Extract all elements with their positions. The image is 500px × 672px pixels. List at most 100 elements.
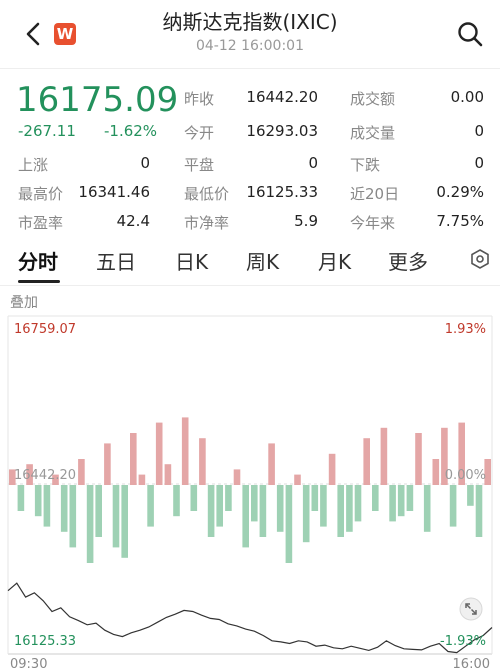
histogram-bar [372,485,379,511]
histogram-bar [380,427,388,485]
time-end-label: 16:00 [453,657,490,672]
histogram-bar [69,485,77,548]
histogram-bar [251,485,258,522]
histogram-bar [225,485,232,511]
histogram-bar [285,485,293,563]
histogram-bar [207,485,215,537]
histogram-bar [259,485,267,537]
active-tab-indicator [18,280,60,283]
volume-label: 成交量 [350,124,396,142]
pe-label: 市盈率 [18,214,64,232]
histogram-bar [34,485,42,517]
histogram-bar [397,485,405,517]
histogram-bar [164,464,172,485]
histogram-bar [389,485,396,522]
histogram-bar [112,485,120,548]
histogram-bar [346,485,353,532]
volume-histogram [9,417,491,563]
histogram-bar [406,485,414,511]
tab-more[interactable]: 更多 [388,246,428,275]
chart-settings-button[interactable] [470,248,490,275]
flat-count-value: 0 [308,154,318,172]
tab-weekly-k[interactable]: 周K [246,246,279,275]
hexagon-settings-icon [471,249,489,269]
turnover-label: 成交额 [350,90,396,108]
histogram-bar [311,485,319,511]
tab-5day[interactable]: 五日 [96,246,136,275]
axis-mid-value: 16442.20 [14,468,76,483]
open-value: 16293.03 [246,122,318,140]
page-title: 纳斯达克指数(IXIC) [162,10,338,34]
tab-intraday[interactable]: 分时 [18,246,58,275]
high-label: 最高价 [18,185,64,203]
low-value: 16125.33 [246,183,318,201]
low-label: 最低价 [184,185,230,203]
histogram-bar [130,433,137,485]
histogram-bar [467,485,474,506]
histogram-bar [138,474,146,485]
current-price: 16175.09 [16,80,179,120]
search-button[interactable] [454,18,486,50]
time-start-label: 09:30 [10,657,47,672]
histogram-bar [268,443,275,485]
header-bar: W 纳斯达克指数(IXIC) 04-12 16:00:01 [0,0,500,68]
axis-top-pct: 1.93% [445,322,486,337]
tab-monthly-k[interactable]: 月K [318,246,351,275]
histogram-bar [78,459,85,485]
prev-close-label: 昨收 [184,90,215,108]
histogram-bar [43,485,51,527]
down-count-value: 0 [474,154,484,172]
period-tabs: 分时 五日 日K 周K 月K 更多 [0,238,500,284]
up-count-value: 0 [140,154,150,172]
quote-timestamp: 04-12 16:00:01 [195,38,304,54]
prev-close-value: 16442.20 [246,88,318,106]
histogram-bar [242,485,249,548]
20day-value: 0.29% [436,183,484,201]
ytd-label: 今年来 [350,214,396,232]
intraday-chart: 16759.07 1.93% 16442.20 0.00% 16125.33 -… [7,315,493,672]
pb-value: 5.9 [294,212,318,230]
histogram-bar [233,469,241,485]
histogram-bar [121,485,128,558]
axis-top-value: 16759.07 [14,322,76,337]
histogram-bar [363,438,370,485]
high-value: 16341.46 [78,183,150,201]
flat-count-label: 平盘 [184,156,215,174]
histogram-bar [449,485,457,527]
axis-bottom-pct: -1.93% [440,634,486,649]
tabs-divider [0,285,500,286]
histogram-bar [155,422,163,485]
histogram-bar [199,438,206,485]
histogram-bar [337,485,344,537]
tab-daily-k[interactable]: 日K [175,246,208,275]
histogram-bar [354,485,362,522]
histogram-bar [320,485,327,527]
histogram-bar [216,485,223,527]
histogram-bar [294,474,301,485]
pe-value: 42.4 [116,212,150,230]
open-label: 今开 [184,124,215,142]
histogram-bar [328,453,336,485]
ytd-value: 7.75% [436,212,484,230]
histogram-bar [104,443,111,485]
histogram-bar [432,459,440,485]
histogram-bar [302,485,310,543]
histogram-bar [17,485,25,511]
histogram-bar [95,485,102,537]
histogram-bar [423,485,431,532]
price-change: -267.11 [18,122,76,140]
histogram-bar [276,485,284,532]
volume-value: 0 [474,122,484,140]
histogram-bar [181,417,189,485]
axis-bottom-value: 16125.33 [14,634,76,649]
fullscreen-button[interactable] [459,597,483,621]
price-change-percent: -1.62% [104,122,158,140]
pb-label: 市净率 [184,214,230,232]
price-line [7,582,493,654]
axis-mid-pct: 0.00% [445,468,486,483]
histogram-bar [415,433,422,485]
histogram-bar [147,485,154,527]
turnover-value: 0.00 [450,88,484,106]
overlay-toggle[interactable]: 叠加 [10,292,38,312]
histogram-bar [173,485,180,517]
